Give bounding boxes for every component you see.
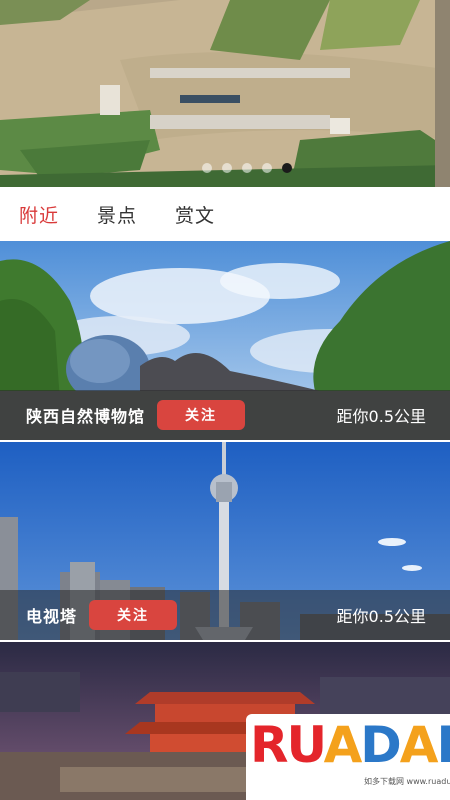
watermark-logo: RUADADO 如多下载网 www.ruaduo.com: [246, 714, 450, 800]
category-tabs: 附近 景点 赏文: [0, 187, 450, 241]
card-info-bar: 陕西自然博物馆 关注 距你0.5公里: [0, 390, 450, 440]
follow-button[interactable]: 关注: [89, 600, 178, 630]
follow-button[interactable]: 关注: [157, 400, 246, 430]
carousel-indicators: [0, 163, 450, 173]
card-info-bar: 电视塔 关注 距你0.5公里: [0, 590, 450, 640]
attraction-name: 陕西自然博物馆: [26, 407, 146, 426]
app-screen: 附近 景点 赏文 陕西自然博物馆 关注 距你0.5公里 电视塔 关注 距你0.5…: [0, 0, 450, 800]
attraction-card[interactable]: 陕西自然博物馆 关注 距你0.5公里: [0, 241, 450, 440]
banner-carousel[interactable]: [0, 0, 450, 187]
carousel-dot[interactable]: [242, 163, 252, 173]
carousel-dot[interactable]: [222, 163, 232, 173]
watermark-wordmark: RUADADO: [250, 716, 450, 774]
tab-scenic-spots[interactable]: 景点: [97, 201, 137, 228]
banner-image: [0, 0, 450, 187]
attraction-card[interactable]: 电视塔 关注 距你0.5公里: [0, 442, 450, 640]
distance-label: 距你0.5公里: [336, 607, 426, 626]
carousel-dot[interactable]: [282, 163, 292, 173]
tab-culture[interactable]: 赏文: [175, 201, 215, 228]
distance-label: 距你0.5公里: [336, 407, 426, 426]
carousel-dot[interactable]: [262, 163, 272, 173]
tab-nearby[interactable]: 附近: [19, 201, 59, 228]
attraction-name: 电视塔: [26, 607, 78, 626]
watermark-site-text: 如多下载网 www.ruaduo.com: [364, 777, 450, 786]
carousel-dot[interactable]: [202, 163, 212, 173]
